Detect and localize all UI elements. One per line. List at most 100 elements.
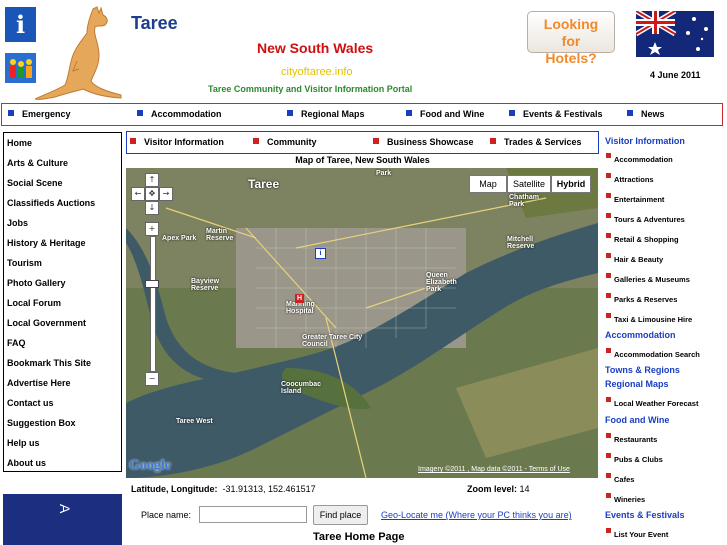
left-nav-bookmark[interactable]: Bookmark This Site [7,358,91,368]
satellite-map[interactable]: Taree Apex Park Martin Reserve Bayview R… [126,168,598,478]
left-nav-local-forum[interactable]: Local Forum [7,298,61,308]
map-copyright[interactable]: Imagery ©2011 , Map data ©2011 - Terms o… [418,466,570,473]
pan-center-icon[interactable]: ✥ [145,187,159,201]
place-name-input[interactable] [199,506,307,523]
nav-item-regional-maps[interactable]: Regional Maps [287,109,365,119]
left-nav-photo-gallery[interactable]: Photo Gallery [7,278,66,288]
right-heading-towns-regions[interactable]: Towns & Regions [605,365,680,375]
info-marker-icon[interactable]: i [315,248,326,259]
left-nav-faq[interactable]: FAQ [7,338,26,348]
map-label-bayview-reserve: Bayview Reserve [191,278,220,292]
right-item-entertainment[interactable]: Entertainment [606,193,664,204]
right-item-label: Tours & Adventures [614,215,685,224]
right-item-parks-reserves[interactable]: Parks & Reserves [606,293,677,304]
nav-item-news[interactable]: News [627,109,665,119]
left-nav-local-government[interactable]: Local Government [7,318,86,328]
left-nav-contact[interactable]: Contact us [7,398,54,408]
left-nav-advertise[interactable]: Advertise Here [7,378,71,388]
right-heading-visitor-information[interactable]: Visitor Information [605,136,685,146]
right-item-tours-adventures[interactable]: Tours & Adventures [606,213,685,224]
bullet-icon [606,233,611,238]
right-item-list-your-event[interactable]: List Your Event [606,528,668,539]
right-item-label: Accommodation [614,155,673,164]
right-item-label: Taxi & Limousine Hire [614,315,693,324]
right-item-taxi-limousine-hire[interactable]: Taxi & Limousine Hire [606,313,692,324]
bullet-icon [606,473,611,478]
right-item-label: Cafes [614,475,635,484]
left-nav-suggestion-box[interactable]: Suggestion Box [7,418,76,428]
pan-down-icon[interactable]: ↓ [145,201,159,215]
bullet-icon [606,348,611,353]
right-item-label: Entertainment [614,195,665,204]
map-label-taree: Taree [248,177,280,191]
subnav-business-showcase[interactable]: Business Showcase [373,137,474,147]
map-label-manning-hospital: Manning Hospital [286,301,315,315]
right-item-local-weather-forecast[interactable]: Local Weather Forecast [606,397,698,408]
family-icon[interactable] [5,53,36,83]
left-nav-classifieds[interactable]: Classifieds Auctions [7,198,95,208]
bullet-icon [606,313,611,318]
bullet-icon [606,153,611,158]
right-item-label: Galleries & Museums [614,275,690,284]
looking-for-hotels-button[interactable]: Looking for Hotels? [527,11,615,66]
pan-right-icon[interactable]: → [159,187,173,201]
current-date: 4 June 2011 [650,70,701,80]
left-nav-tourism[interactable]: Tourism [7,258,42,268]
zoom-in-icon[interactable]: + [145,222,159,236]
find-place-button[interactable]: Find place [313,505,368,525]
right-item-wineries[interactable]: Wineries [606,493,645,504]
right-item-retail-shopping[interactable]: Retail & Shopping [606,233,679,244]
subnav-visitor-information[interactable]: Visitor Information [130,137,224,147]
info-icon[interactable]: i [5,7,36,42]
right-heading-events-festivals[interactable]: Events & Festivals [605,510,685,520]
pan-up-icon[interactable]: ↑ [145,173,159,187]
right-item-restaurants[interactable]: Restaurants [606,433,657,444]
left-nav-arts-culture[interactable]: Arts & Culture [7,158,68,168]
google-logo[interactable]: Google [129,458,171,474]
right-item-accommodation-search[interactable]: Accommodation Search [606,348,700,359]
subnav-trades-services[interactable]: Trades & Services [490,137,582,147]
left-nav-help[interactable]: Help us [7,438,40,448]
right-heading-food-and-wine[interactable]: Food and Wine [605,415,669,425]
hospital-marker-icon[interactable]: H [295,294,304,303]
bullet-icon [606,293,611,298]
zoom-slider-track[interactable] [150,236,156,372]
zoom-slider-handle[interactable] [145,280,159,288]
right-item-pubs-clubs[interactable]: Pubs & Clubs [606,453,663,464]
right-heading-accommodation[interactable]: Accommodation [605,330,676,340]
left-nav-social-scene[interactable]: Social Scene [7,178,63,188]
left-nav-home[interactable]: Home [7,138,32,148]
map-label-coocumbac-island: Coocumbac Island [281,381,322,395]
left-nav-jobs[interactable]: Jobs [7,218,28,228]
zoom-out-icon[interactable]: − [145,372,159,386]
pan-left-icon[interactable]: ← [131,187,145,201]
right-item-galleries-museums[interactable]: Galleries & Museums [606,273,690,284]
right-item-cafes[interactable]: Cafes [606,473,634,484]
state-subtitle: New South Wales [257,40,374,56]
promo-banner[interactable]: A [3,494,122,545]
home-page-heading: Taree Home Page [313,531,405,543]
bullet-icon [606,213,611,218]
left-nav-about[interactable]: About us [7,458,46,468]
right-item-hair-beauty[interactable]: Hair & Beauty [606,253,663,264]
bullet-icon [606,253,611,258]
nav-item-food-and-wine[interactable]: Food and Wine [406,109,484,119]
map-type-hybrid-button[interactable]: Hybrid [551,175,591,193]
right-item-label: Pubs & Clubs [614,455,663,464]
right-item-accommodation[interactable]: Accommodation [606,153,673,164]
nav-item-accommodation[interactable]: Accommodation [137,109,222,119]
subnav-community[interactable]: Community [253,137,317,147]
left-nav-history[interactable]: History & Heritage [7,238,86,248]
right-item-label: Local Weather Forecast [614,399,699,408]
zoom-label: Zoom level: [467,484,518,494]
bullet-icon [606,528,611,533]
map-type-satellite-button[interactable]: Satellite [507,175,551,193]
nav-item-events-festivals[interactable]: Events & Festivals [509,109,603,119]
right-item-attractions[interactable]: Attractions [606,173,654,184]
map-type-map-button[interactable]: Map [469,175,507,193]
nav-item-emergency[interactable]: Emergency [8,109,71,119]
site-domain: cityoftaree.info [281,66,353,78]
right-heading-regional-maps[interactable]: Regional Maps [605,379,669,389]
bullet-icon [606,493,611,498]
geo-locate-link[interactable]: Geo-Locate me (Where your PC thinks you … [381,510,572,520]
